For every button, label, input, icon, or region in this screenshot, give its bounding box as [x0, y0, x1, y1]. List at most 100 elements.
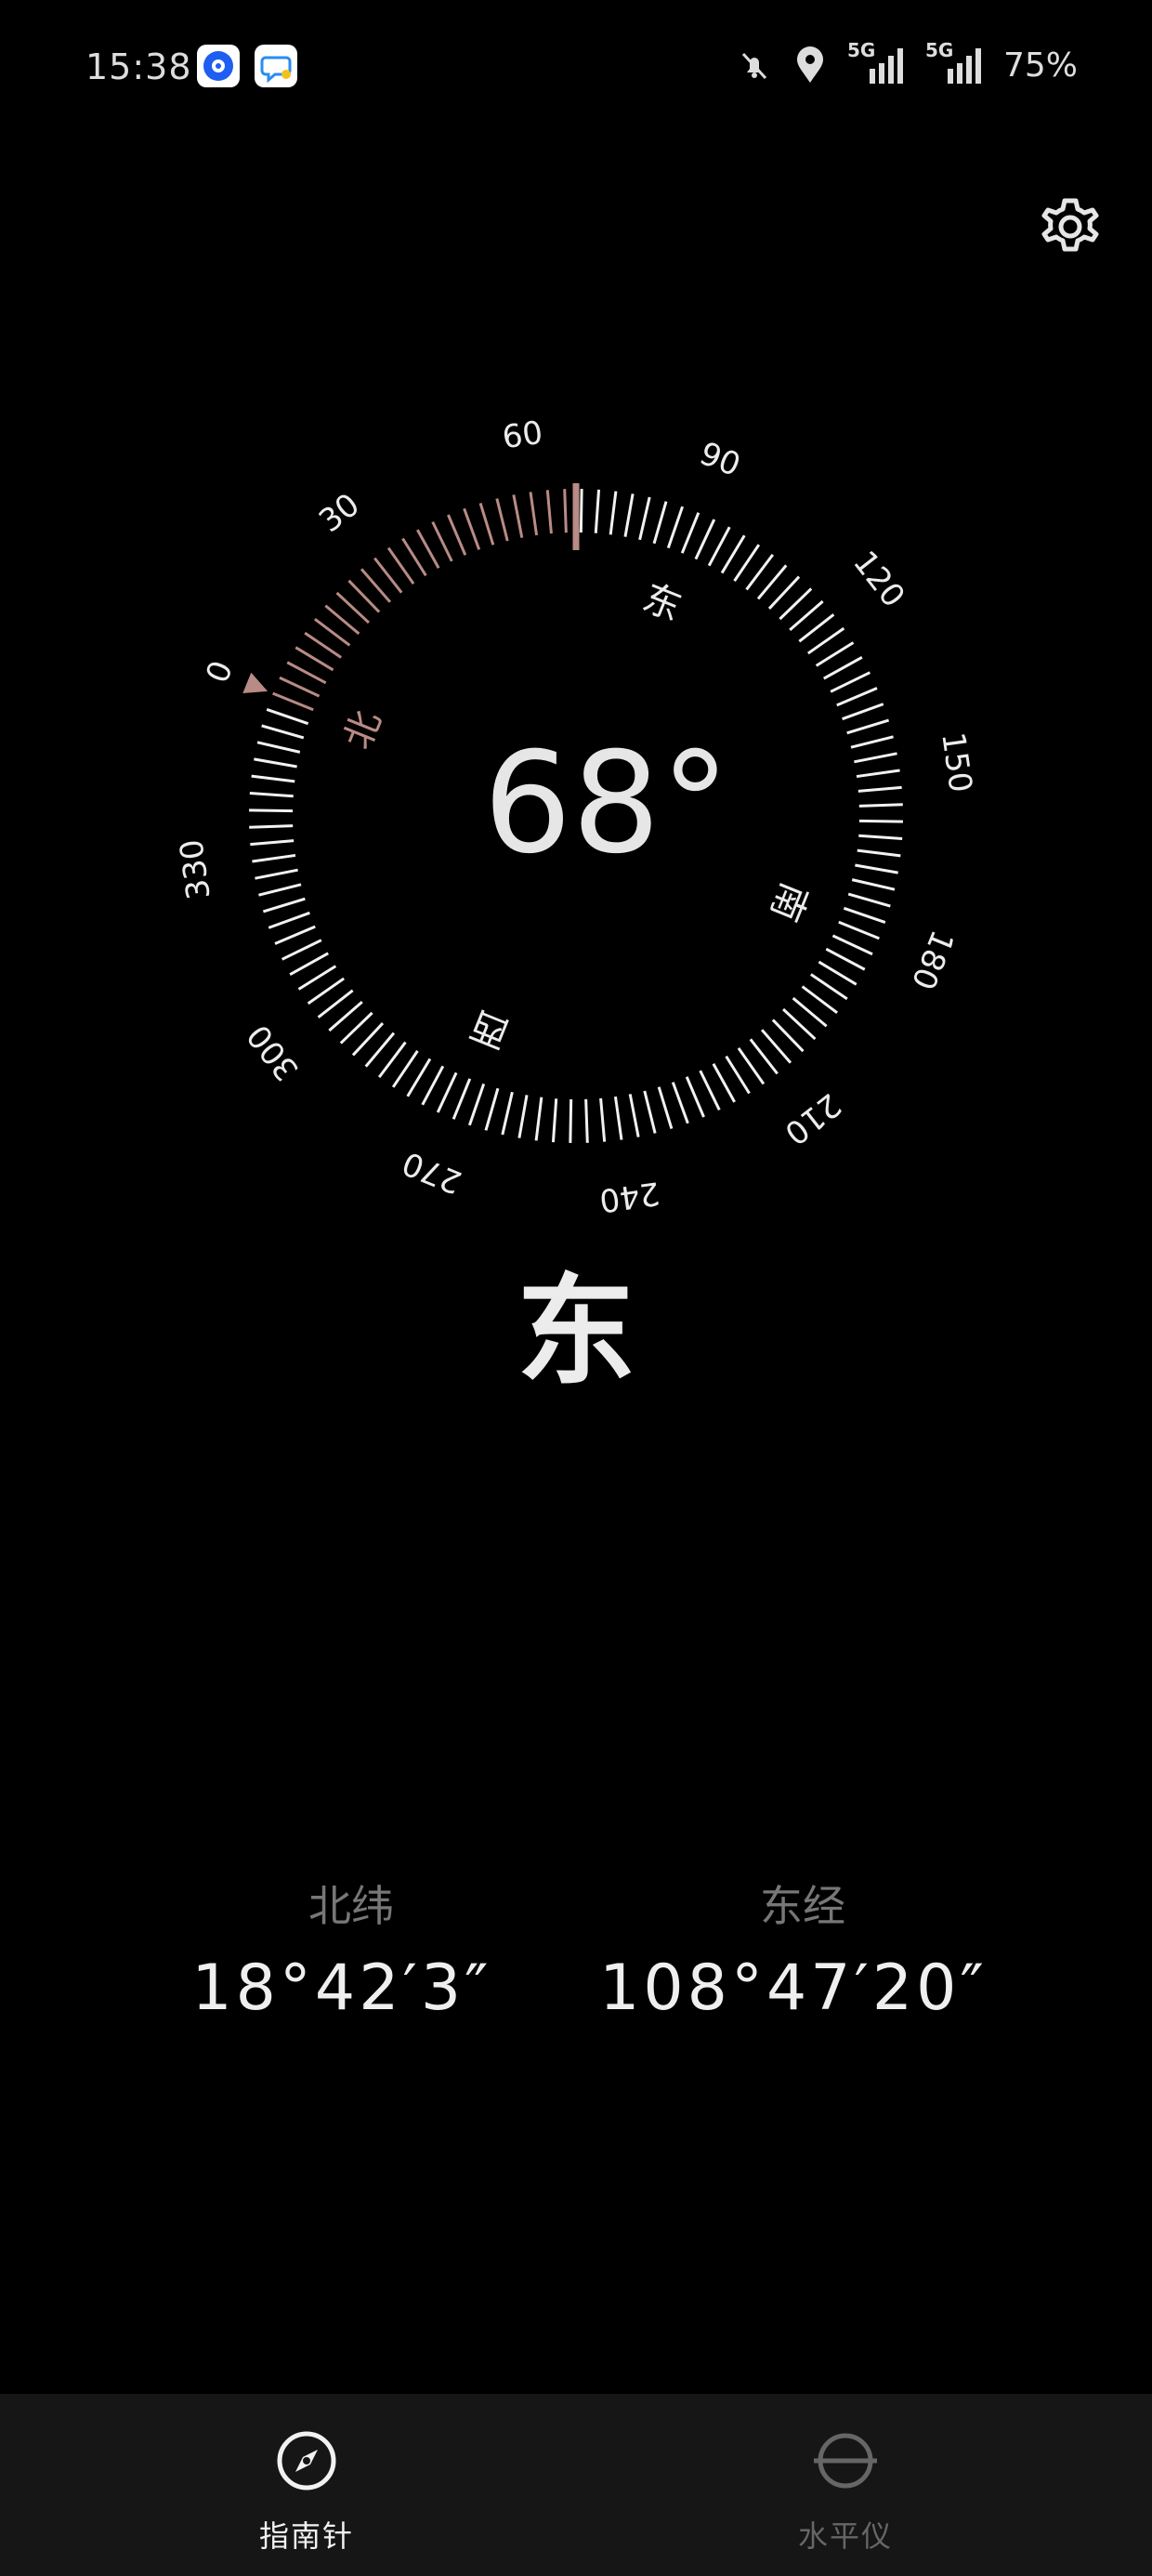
dial-tick	[569, 1098, 573, 1143]
cardinal-label: 西	[465, 1002, 515, 1056]
dial-tick	[495, 498, 509, 542]
dial-tick	[599, 1097, 607, 1142]
dial-tick	[251, 774, 295, 783]
dial-tick	[452, 1078, 472, 1120]
dial-tick	[854, 752, 897, 764]
dial-tick	[258, 883, 302, 897]
dial-tick	[685, 1076, 705, 1118]
dial-tick	[272, 691, 314, 712]
compass-icon	[277, 2431, 336, 2491]
heading-degrees: 68°	[483, 723, 730, 885]
dial-tick	[823, 656, 863, 680]
dial-tick	[850, 735, 894, 749]
dial-tick	[295, 646, 334, 672]
dial-tick	[447, 514, 467, 556]
dial-tick	[289, 952, 329, 976]
dial-degree-label: 30	[312, 486, 367, 540]
dial-tick	[720, 534, 746, 574]
tab-compass[interactable]: 指南针	[167, 2394, 446, 2576]
dial-tick	[545, 490, 553, 534]
dial-tick	[254, 757, 297, 769]
dial-tick	[666, 506, 685, 549]
dial-tick	[268, 911, 310, 929]
dial-tick	[657, 1086, 674, 1130]
dial-tick	[406, 1058, 432, 1097]
dial-tick	[286, 661, 327, 685]
dial-tick	[250, 839, 295, 847]
dial-tick	[252, 853, 296, 863]
dial-tick	[733, 544, 761, 582]
dial-tick	[421, 1065, 445, 1106]
dial-tick	[623, 493, 635, 537]
dial-tick	[858, 803, 903, 808]
longitude-value: 108°47′20″	[599, 1952, 988, 2025]
dial-tick	[416, 529, 440, 569]
dial-tick	[825, 947, 866, 971]
dial-tick	[401, 537, 427, 577]
dial-tick	[463, 507, 481, 550]
dial-tick	[304, 631, 342, 659]
dial-tick	[680, 512, 700, 554]
dial-tick	[694, 519, 716, 560]
dial-tick	[274, 925, 316, 945]
dial-tick	[579, 489, 583, 533]
dial-tick	[281, 939, 322, 961]
dial-tick	[609, 491, 618, 535]
dial-tick	[594, 489, 601, 533]
dial-tick	[279, 676, 321, 698]
dial-tick	[857, 848, 901, 858]
dial-tick	[517, 1095, 529, 1138]
compass-dial: 0 30 60 90 120 150 180 210 240 270 300 330 北 东南西	[173, 414, 979, 1219]
dial-degree-label: 60	[500, 414, 544, 457]
dial-tick	[846, 718, 890, 735]
dial-tick	[297, 965, 337, 991]
dial-tick	[831, 934, 873, 956]
dial-tick	[512, 494, 524, 538]
dial-tick	[584, 1098, 589, 1143]
dial-degree-label: 180	[904, 925, 961, 994]
dial-tick	[815, 641, 855, 667]
dial-tick	[563, 489, 568, 533]
latitude-label: 北纬	[308, 1881, 394, 1931]
dial-tick	[261, 724, 305, 740]
dial-degree-label: 150	[934, 730, 979, 795]
dial-tick	[818, 960, 857, 986]
dial-tick	[851, 878, 896, 891]
dial-degree-label: 270	[398, 1144, 467, 1201]
dial-tick	[712, 1063, 736, 1103]
dial-tick	[613, 1096, 623, 1140]
level-icon	[814, 2433, 877, 2489]
dial-tick	[529, 492, 539, 536]
dial-tick	[830, 671, 871, 693]
dial-tick	[725, 1055, 751, 1095]
dial-tick	[478, 502, 495, 545]
dial-tick	[858, 834, 903, 841]
dial-tick	[855, 863, 898, 874]
dial-tick	[256, 741, 301, 754]
dial-tick	[699, 1070, 721, 1111]
tab-level-label: 水平仪	[797, 2518, 893, 2554]
dial-tick	[431, 520, 453, 562]
tab-compass-label: 指南针	[258, 2518, 354, 2554]
dial-tick	[842, 703, 884, 721]
dial-degree-label: 90	[694, 435, 745, 484]
direction-label: 东	[516, 1263, 635, 1401]
dial-tick	[643, 1090, 657, 1134]
dial-tick	[836, 687, 878, 707]
dial-tick	[266, 707, 309, 726]
dial-degree-label: 210	[778, 1085, 848, 1151]
dial-tick	[534, 1097, 543, 1141]
dial-degree-label: 0	[199, 656, 241, 689]
dial-tick	[847, 892, 891, 908]
cardinal-label: 北	[336, 704, 390, 755]
dial-tick	[255, 868, 298, 880]
dial-tick	[436, 1071, 458, 1113]
dial-tick	[707, 526, 731, 567]
bottom-nav: 指南针 水平仪	[0, 2394, 1152, 2576]
tab-level[interactable]: 水平仪	[706, 2394, 985, 2576]
dial-tick	[638, 496, 651, 541]
dial-tick	[652, 501, 668, 545]
dial-tick	[249, 791, 294, 798]
dial-tick	[249, 808, 294, 813]
longitude-label: 东经	[760, 1881, 845, 1931]
